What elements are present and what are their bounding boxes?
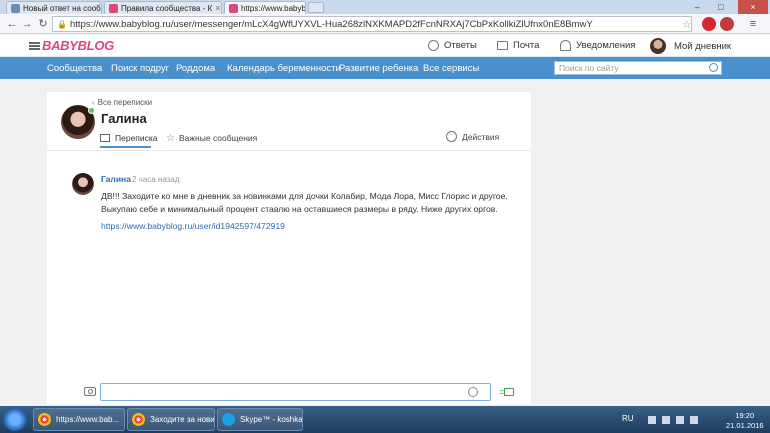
browser-tab-strip: Новый ответ на сообщени × Правила сообще… [0, 0, 770, 14]
page-favicon-icon [11, 3, 20, 13]
chrome-icon [38, 413, 51, 426]
browser-tab-active[interactable]: https://www.babyblog.ru × [224, 1, 306, 14]
nav-all-services[interactable]: Все сервисы [423, 63, 479, 74]
start-button[interactable] [3, 408, 27, 431]
divider [47, 150, 531, 151]
browser-tab-title: Правила сообщества - К [121, 3, 213, 13]
hamburger-menu-icon[interactable] [29, 42, 40, 50]
send-envelope-icon [504, 388, 514, 396]
clock-date: 21.01.2016 [726, 421, 764, 430]
maximize-button[interactable]: □ [710, 0, 732, 14]
taskbar-item-skype[interactable]: Skype™ - koshka... [217, 408, 303, 431]
taskbar-item-browser[interactable]: https://www.bab... [33, 408, 125, 431]
site-logo[interactable]: BABYBLOG [42, 38, 114, 53]
browser-tab-title: https://www.babyblog.ru [241, 3, 306, 13]
mail-link[interactable]: Почта [497, 40, 539, 51]
babyblog-favicon-icon [229, 3, 238, 13]
taskbar-item-label: https://www.bab... [56, 415, 120, 424]
tab-important-messages[interactable]: ☆ Важные сообщения [166, 131, 257, 145]
message-input[interactable] [100, 383, 491, 401]
browser-tab[interactable]: Новый ответ на сообщени × [6, 1, 102, 14]
address-bar: ← → ↻ 🔒 https://www.babyblog.ru/user/mes… [0, 14, 770, 34]
tab-conversation-label: Переписка [115, 133, 158, 143]
nav-find-friends[interactable]: Поиск подруг [111, 63, 169, 74]
chrome-icon [132, 413, 145, 426]
new-tab-button[interactable] [308, 2, 324, 13]
taskbar-item-browser-2[interactable]: Заходите за нови... [127, 408, 215, 431]
forward-button[interactable]: → [20, 17, 34, 31]
flag-icon[interactable] [662, 416, 670, 424]
bookmark-star-icon[interactable]: ☆ [682, 18, 692, 31]
tab-conversation[interactable]: Переписка [100, 131, 158, 145]
url-text: https://www.babyblog.ru/user/messenger/m… [69, 18, 593, 30]
back-link-label: Все переписки [97, 98, 153, 107]
skype-icon [222, 413, 235, 426]
send-button[interactable]: = [499, 387, 515, 397]
browser-tab[interactable]: Правила сообщества - К × [104, 1, 222, 14]
page-title[interactable]: Галина [101, 111, 147, 126]
nav-child-development[interactable]: Развитие ребенка [339, 63, 418, 74]
system-clock[interactable]: 19:20 21.01.2016 [726, 411, 764, 431]
close-tab-icon[interactable]: × [212, 3, 220, 13]
avatar [650, 38, 666, 54]
actions-menu-button[interactable]: ··· Действия [446, 131, 499, 142]
taskbar-item-label: Skype™ - koshka... [240, 415, 303, 424]
browser-menu-icon[interactable]: ≡ [746, 17, 760, 31]
message-text: ДВ!!! Заходите ко мне в дневник за новин… [101, 191, 508, 214]
notifications-link[interactable]: Уведомления [560, 40, 635, 51]
taskbar-item-label: Заходите за нови... [150, 415, 215, 424]
lock-icon: 🔒 [57, 19, 67, 29]
more-dots-icon: ··· [446, 131, 457, 142]
nav-communities[interactable]: Сообщества [47, 63, 102, 74]
url-field[interactable]: 🔒 https://www.babyblog.ru/user/messenger… [52, 16, 692, 32]
bell-icon [560, 40, 571, 51]
chat-bubble-icon [428, 40, 439, 51]
site-header: BABYBLOG Ответы Почта Уведомления Мой дн… [0, 35, 770, 57]
adblock-icon[interactable] [720, 17, 734, 31]
my-diary-label: Мой дневник [674, 40, 732, 52]
message-author[interactable]: Галина [101, 174, 131, 184]
answers-link[interactable]: Ответы [428, 40, 477, 51]
star-icon: ☆ [166, 132, 175, 144]
back-button[interactable]: ← [5, 17, 19, 31]
message-link[interactable]: https://www.babyblog.ru/user/id1942597/4… [101, 221, 285, 231]
notifications-label: Уведомления [576, 40, 636, 51]
envelope-icon [100, 134, 110, 142]
answers-label: Ответы [444, 40, 477, 51]
volume-icon[interactable] [690, 416, 698, 424]
message-timestamp: 2 часа назад [132, 175, 180, 184]
active-tab-indicator [100, 146, 151, 148]
tab-important-label: Важные сообщения [178, 133, 258, 143]
online-status-indicator [88, 107, 95, 114]
network-icon[interactable] [676, 416, 684, 424]
back-to-conversations-link[interactable]: ‹ Все переписки [92, 98, 152, 107]
babyblog-favicon-icon [109, 3, 118, 13]
language-indicator[interactable]: RU [622, 414, 634, 423]
nav-maternity-hospitals[interactable]: Роддома [176, 63, 215, 74]
camera-icon[interactable] [84, 387, 96, 396]
clock-time: 19:20 [735, 411, 755, 420]
close-window-button[interactable]: × [738, 0, 768, 14]
actions-label: Действия [462, 131, 500, 142]
site-search-placeholder: Поиск по сайту [559, 63, 619, 73]
os-taskbar: https://www.bab... Заходите за нови... S… [0, 406, 770, 433]
minimize-button[interactable]: – [686, 0, 708, 14]
reload-button[interactable]: ↻ [36, 17, 50, 31]
emoji-icon[interactable] [468, 387, 478, 397]
mail-label: Почта [513, 40, 540, 51]
search-icon[interactable] [709, 63, 718, 72]
tray-arrow-icon[interactable] [648, 416, 656, 424]
nav-pregnancy-calendar[interactable]: Календарь беременности [227, 63, 341, 74]
message-author-avatar[interactable] [72, 173, 94, 195]
site-search-input[interactable]: Поиск по сайту [554, 61, 722, 75]
chevron-left-icon: ‹ [92, 98, 95, 107]
browser-tab-title: Новый ответ на сообщени [23, 3, 101, 13]
opera-icon[interactable] [702, 17, 716, 31]
mail-icon [497, 41, 508, 50]
main-nav: Сообщества Поиск подруг Роддома Календар… [0, 57, 770, 79]
my-diary-link[interactable]: Мой дневник [650, 38, 731, 54]
